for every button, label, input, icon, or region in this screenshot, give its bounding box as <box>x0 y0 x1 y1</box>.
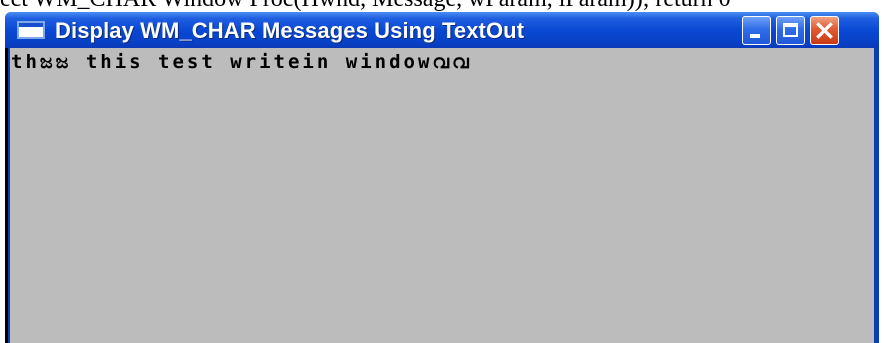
app-window: Display WM_CHAR Messages Using TextOut t… <box>5 12 879 343</box>
window-left-border <box>5 48 8 343</box>
background-code-text: ect WM_CHAR Window Proc(Hwnd, Message, w… <box>0 0 884 11</box>
typed-text: thಜಜ this test writein windowവവ <box>11 51 472 73</box>
minimize-button[interactable] <box>742 16 771 45</box>
close-icon <box>816 22 833 39</box>
app-icon[interactable] <box>17 21 45 39</box>
title-bar[interactable]: Display WM_CHAR Messages Using TextOut <box>5 12 879 48</box>
close-button[interactable] <box>810 16 839 45</box>
window-title: Display WM_CHAR Messages Using TextOut <box>55 18 525 43</box>
maximize-button[interactable] <box>776 16 805 45</box>
client-area[interactable]: thಜಜ this test writein windowവവ <box>10 48 874 343</box>
